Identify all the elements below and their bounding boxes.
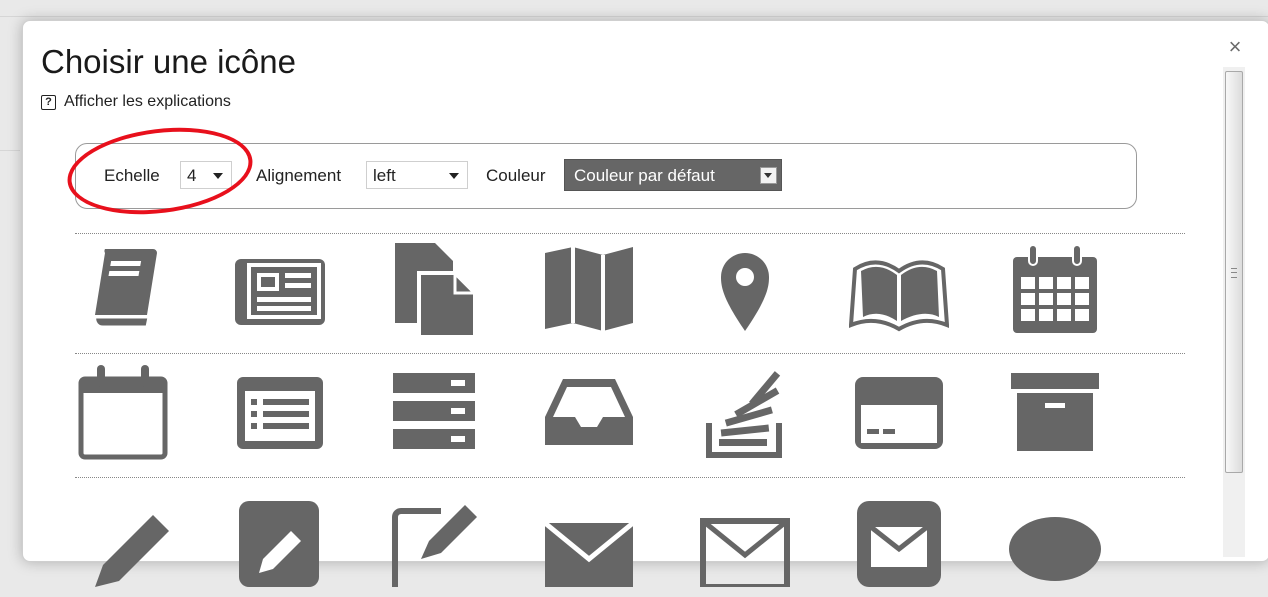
archive-box-icon [1011,373,1099,451]
map-icon [545,247,633,331]
speech-bubble-icon [1009,517,1101,581]
alignment-value: left [373,166,396,185]
list-window-icon[interactable] [229,361,329,461]
open-book-icon [849,260,949,332]
icon-row [75,361,1185,471]
scale-label: Echelle [104,166,160,185]
envelope-icon [543,521,635,587]
edit-square-icon[interactable] [229,487,329,587]
help-link-label: Afficher les explications [64,93,231,110]
speech-bubble-icon[interactable] [1005,487,1105,587]
inbox-icon[interactable] [539,361,639,461]
scale-value: 4 [187,166,197,185]
envelope-outline-icon[interactable] [695,487,795,587]
calendar-icon [1013,244,1097,333]
close-icon[interactable]: × [1225,36,1245,58]
dialog-title: Choisir une icône [41,43,296,80]
book-icon [93,249,157,329]
dropdown-arrow-icon [760,167,777,184]
mail-square-icon[interactable] [849,487,949,587]
stack-overflow-icon[interactable] [695,361,795,461]
server-icon [393,373,475,449]
server-icon[interactable] [385,361,485,461]
scrollbar-thumb[interactable] [1225,71,1243,473]
color-select[interactable]: Couleur par défaut [564,159,782,191]
map-icon[interactable] [539,239,639,339]
compose-icon[interactable] [385,487,485,587]
empty-calendar-icon [78,365,168,460]
row-divider [75,233,1185,234]
stack-overflow-icon [706,371,782,458]
alignment-select[interactable]: left [366,161,468,189]
help-link[interactable]: ? Afficher les explications [41,93,231,111]
book-icon[interactable] [75,239,175,339]
choose-icon-dialog: Choisir une icône × ? Afficher les expli… [22,20,1268,587]
documents-icon [395,243,477,339]
icon-row [75,239,1185,349]
archive-box-icon[interactable] [1005,361,1105,461]
inbox-icon [545,379,633,445]
pencil-icon [95,515,169,587]
options-bar: Echelle 4 Alignement left Couleur Couleu… [75,143,1137,209]
scrollbar[interactable] [1223,67,1245,557]
compose-icon [392,505,477,587]
chevron-down-icon [449,173,459,179]
calendar-icon[interactable] [1005,239,1105,339]
chevron-down-icon [213,173,223,179]
newspaper-icon[interactable] [229,239,329,339]
row-divider [75,353,1185,354]
scale-select[interactable]: 4 [180,161,232,189]
newspaper-icon [235,259,325,325]
map-marker-icon [721,253,769,331]
envelope-outline-icon [700,518,790,587]
icon-row [75,487,1185,597]
documents-icon[interactable] [385,239,485,339]
help-icon: ? [41,94,56,110]
alignment-label: Alignement [256,166,342,185]
color-value: Couleur par défaut [574,166,715,185]
color-label: Couleur [486,166,546,185]
row-divider [75,477,1185,478]
empty-calendar-icon[interactable] [75,361,175,461]
envelope-icon[interactable] [539,487,639,587]
mail-square-icon [857,501,941,587]
open-book-icon[interactable] [849,239,949,339]
credit-card-icon[interactable] [849,361,949,461]
credit-card-icon [855,377,943,449]
grip-icon [1231,268,1237,278]
edit-square-icon [239,501,319,587]
pencil-icon[interactable] [75,487,175,587]
map-marker-icon[interactable] [695,239,795,339]
list-window-icon [237,377,323,449]
